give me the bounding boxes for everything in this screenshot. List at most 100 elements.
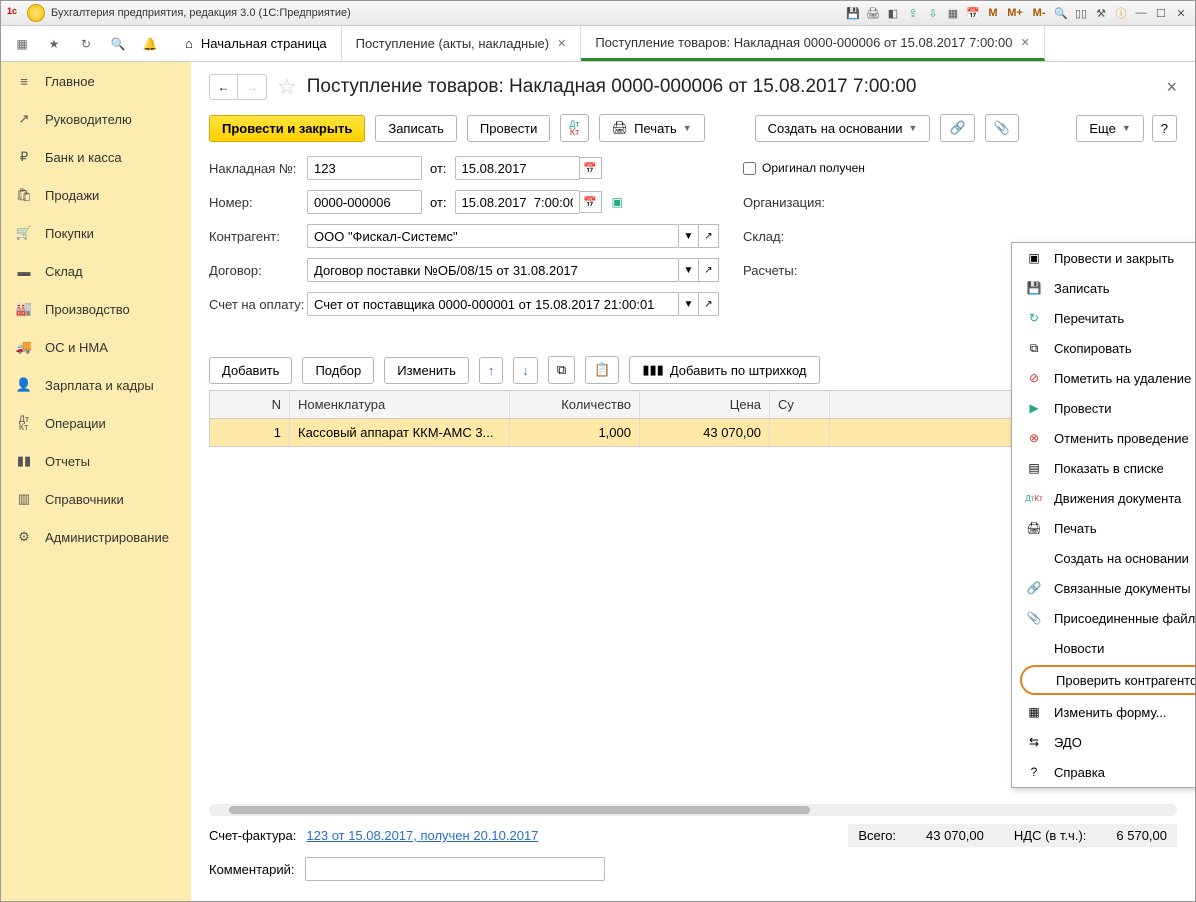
dd-movements[interactable]: ДтКтДвижения документа	[1012, 483, 1195, 513]
dd-change-form[interactable]: ▦Изменить форму...	[1012, 697, 1195, 727]
sidebar-item-sales[interactable]: 🛍Продажи	[1, 176, 191, 214]
sidebar-item-reports[interactable]: ▮▮Отчеты	[1, 442, 191, 480]
m-button[interactable]: M	[985, 5, 1001, 21]
post-close-button[interactable]: Провести и закрыть	[209, 115, 365, 142]
favorite-icon[interactable]: ★	[45, 35, 63, 53]
column-header-n[interactable]: N	[210, 391, 290, 418]
column-header-qty[interactable]: Количество	[510, 391, 640, 418]
calendar-icon[interactable]: 📅	[965, 5, 981, 21]
print-button[interactable]: 🖨Печать▼	[599, 114, 705, 142]
nav-forward-icon[interactable]: →	[238, 75, 266, 99]
tab-close-icon[interactable]: ✕	[557, 37, 566, 50]
dd-news[interactable]: Новости	[1012, 633, 1195, 663]
more-button[interactable]: Еще▼	[1076, 115, 1143, 142]
sidebar-item-warehouse[interactable]: ▬Склад	[1, 252, 191, 290]
tool-icon[interactable]: ⚒	[1093, 5, 1109, 21]
create-based-button[interactable]: Создать на основании▼	[755, 115, 931, 142]
status-icon[interactable]: ▣	[612, 195, 623, 209]
invoice-date-input[interactable]	[455, 156, 580, 180]
info-icon[interactable]: ⓘ	[1113, 5, 1129, 21]
column-header-price[interactable]: Цена	[640, 391, 770, 418]
dd-attached[interactable]: 📎Присоединенные файлы	[1012, 603, 1195, 633]
dd-show-list[interactable]: ▤Показать в списке▶	[1012, 453, 1195, 483]
dd-help[interactable]: ?СправкаF1	[1012, 757, 1195, 787]
sidebar-item-manager[interactable]: ↗Руководителю	[1, 100, 191, 138]
sidebar-item-references[interactable]: ▥Справочники	[1, 480, 191, 518]
sidebar-item-operations[interactable]: ДтКтОперации	[1, 404, 191, 442]
send-icon[interactable]: ⇪	[905, 5, 921, 21]
close-window-icon[interactable]: ✕	[1173, 5, 1189, 21]
comment-input[interactable]	[305, 857, 605, 881]
panels-icon[interactable]: ▯▯	[1073, 5, 1089, 21]
tab-home[interactable]: ⌂ Начальная страница	[171, 26, 342, 61]
open-icon[interactable]: ↗	[699, 224, 719, 248]
dd-post[interactable]: ▶Провести	[1012, 393, 1195, 423]
m-minus-button[interactable]: M-	[1029, 5, 1049, 21]
dd-copy[interactable]: ⧉Скопировать	[1012, 333, 1195, 363]
sidebar-item-salary[interactable]: 👤Зарплата и кадры	[1, 366, 191, 404]
linked-docs-button[interactable]: 🔗	[940, 114, 974, 142]
tab-receipt-document[interactable]: Поступление товаров: Накладная 0000-0000…	[581, 26, 1044, 61]
minimize-icon[interactable]: —	[1133, 5, 1149, 21]
sf-link[interactable]: 123 от 15.08.2017, получен 20.10.2017	[306, 828, 538, 843]
copy-row-button[interactable]: ⧉	[548, 356, 575, 384]
help-button[interactable]: ?	[1152, 115, 1177, 142]
print-icon[interactable]: 🖨	[865, 5, 881, 21]
dd-edo[interactable]: ⇆ЭДО▶	[1012, 727, 1195, 757]
search-icon[interactable]: 🔍	[109, 35, 127, 53]
calendar-icon[interactable]: 📅	[580, 157, 602, 179]
number-input[interactable]	[307, 190, 422, 214]
nav-back-forward[interactable]: ← →	[209, 74, 267, 100]
dd-print[interactable]: 🖨Печать▶	[1012, 513, 1195, 543]
zoom-icon[interactable]: 🔍	[1053, 5, 1069, 21]
history-icon[interactable]: ↻	[77, 35, 95, 53]
dd-cancel-post[interactable]: ⊗Отменить проведение	[1012, 423, 1195, 453]
apps-icon[interactable]: ▦	[13, 35, 31, 53]
sidebar-item-production[interactable]: 🏭Производство	[1, 290, 191, 328]
contractor-input[interactable]	[307, 224, 679, 248]
calendar-icon[interactable]: 📅	[580, 191, 602, 213]
app-dropdown-icon[interactable]	[27, 4, 45, 22]
tab-close-icon[interactable]: ✕	[1020, 36, 1029, 49]
dtkt-button[interactable]: ДтКт	[560, 114, 588, 142]
original-received-checkbox[interactable]	[743, 162, 756, 175]
column-header-nom[interactable]: Номенклатура	[290, 391, 510, 418]
m-plus-button[interactable]: M+	[1005, 5, 1025, 21]
post-button[interactable]: Провести	[467, 115, 551, 142]
save-button[interactable]: Записать	[375, 115, 457, 142]
receive-icon[interactable]: ⇩	[925, 5, 941, 21]
attachments-button[interactable]: 📎	[985, 114, 1019, 142]
select-button[interactable]: Подбор	[302, 357, 374, 384]
sidebar-item-bank[interactable]: ₽Банк и касса	[1, 138, 191, 176]
dropdown-icon[interactable]: ▼	[679, 292, 699, 316]
invoice-no-input[interactable]	[307, 156, 422, 180]
move-up-button[interactable]: ↑	[479, 357, 504, 384]
maximize-icon[interactable]: ☐	[1153, 5, 1169, 21]
open-icon[interactable]: ↗	[699, 258, 719, 282]
sidebar-item-admin[interactable]: ⚙Администрирование	[1, 518, 191, 556]
contract-input[interactable]	[307, 258, 679, 282]
save-icon[interactable]: 💾	[845, 5, 861, 21]
column-header-sum[interactable]: Су	[770, 391, 830, 418]
add-row-button[interactable]: Добавить	[209, 357, 292, 384]
sidebar-item-main[interactable]: ≡Главное	[1, 62, 191, 100]
close-page-icon[interactable]: ×	[1166, 77, 1177, 98]
compare-icon[interactable]: ◧	[885, 5, 901, 21]
dd-save[interactable]: 💾ЗаписатьCtrl+S	[1012, 273, 1195, 303]
dropdown-icon[interactable]: ▼	[679, 224, 699, 248]
move-down-button[interactable]: ↓	[513, 357, 538, 384]
bill-input[interactable]	[307, 292, 679, 316]
tab-receipts[interactable]: Поступление (акты, накладные) ✕	[342, 26, 582, 61]
horizontal-scrollbar[interactable]	[209, 804, 1177, 816]
add-barcode-button[interactable]: ▮▮▮Добавить по штрихкод	[629, 356, 819, 384]
dd-linked[interactable]: 🔗Связанные документы	[1012, 573, 1195, 603]
dd-post-close[interactable]: ▣Провести и закрыть	[1012, 243, 1195, 273]
sidebar-item-assets[interactable]: 🚚ОС и НМА	[1, 328, 191, 366]
paste-row-button[interactable]: 📋	[585, 356, 619, 384]
dd-reload[interactable]: ↻Перечитать	[1012, 303, 1195, 333]
sidebar-item-purchases[interactable]: 🛒Покупки	[1, 214, 191, 252]
favorite-star-icon[interactable]: ☆	[277, 74, 297, 100]
number-date-input[interactable]	[455, 190, 580, 214]
bell-icon[interactable]: 🔔	[141, 35, 159, 53]
open-icon[interactable]: ↗	[699, 292, 719, 316]
